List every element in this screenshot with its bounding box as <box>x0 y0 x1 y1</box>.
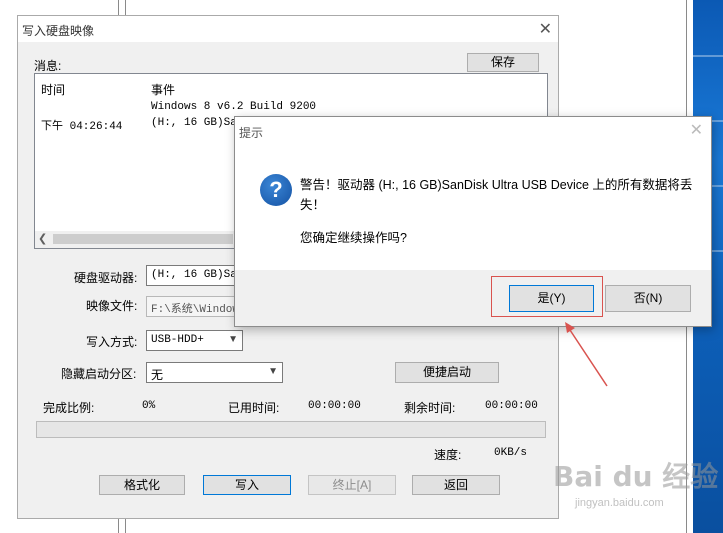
hidden-partition-value: 无 <box>151 368 164 382</box>
speed-label: 速度: <box>434 448 462 462</box>
progress-bar <box>36 421 546 438</box>
hidden-partition-label: 隐藏启动分区: <box>61 367 137 381</box>
question-icon: ? <box>260 174 292 206</box>
dialog-footer: 是(Y) 否(N) <box>235 270 711 326</box>
chevron-down-icon: ▼ <box>268 366 278 377</box>
title-bar: 写入硬盘映像 ✕ <box>18 16 558 42</box>
disk-drive-select[interactable]: (H:, 16 GB)San <box>146 265 246 286</box>
baidu-watermark: Bai du 经验 <box>553 460 719 493</box>
write-method-label: 写入方式: <box>86 335 138 349</box>
save-button[interactable]: 保存 <box>467 53 539 72</box>
warning-message: 警告！驱动器 (H:, 16 GB)SanDisk Ultra USB Devi… <box>300 178 693 212</box>
close-icon[interactable]: ✕ <box>690 120 703 140</box>
stop-button[interactable]: 终止[A] <box>308 475 396 495</box>
annotation-highlight-box <box>491 276 603 317</box>
log-header-time: 时间 <box>41 83 66 97</box>
confirm-question: 您确定继续操作吗? <box>300 231 407 245</box>
disk-drive-value: (H:, 16 GB)San <box>151 269 244 281</box>
baidu-watermark-url: jingyan.baidu.com <box>575 497 664 509</box>
elapsed-label: 已用时间: <box>228 401 280 415</box>
image-file-label: 映像文件: <box>86 299 138 313</box>
write-method-value: USB-HDD+ <box>151 334 204 346</box>
chevron-down-icon: ▼ <box>228 334 238 345</box>
image-file-value: F:\系统\Window <box>151 304 240 316</box>
scroll-left-icon[interactable]: ❮ <box>38 232 47 245</box>
log-event: Windows 8 v6.2 Build 9200 <box>151 101 317 113</box>
image-file-field[interactable]: F:\系统\Window <box>146 296 246 317</box>
write-method-select[interactable]: USB-HDD+ ▼ <box>146 330 243 351</box>
remaining-label: 剩余时间: <box>404 401 456 415</box>
quick-boot-button[interactable]: 便捷启动 <box>395 362 499 383</box>
no-button[interactable]: 否(N) <box>605 285 691 312</box>
progress-value: 0% <box>142 400 156 412</box>
elapsed-value: 00:00:00 <box>308 400 361 412</box>
log-time: 下午 04:26:44 <box>41 121 123 133</box>
progress-label: 完成比例: <box>43 401 95 415</box>
scrollbar-thumb[interactable] <box>53 234 233 244</box>
disk-drive-label: 硬盘驱动器: <box>74 271 138 285</box>
back-button[interactable]: 返回 <box>412 475 500 495</box>
messages-label: 消息: <box>34 59 62 73</box>
close-icon[interactable]: ✕ <box>539 19 552 39</box>
window-title: 写入硬盘映像 <box>22 24 95 38</box>
speed-value: 0KB/s <box>494 447 528 459</box>
log-event: (H:, 16 GB)Sa <box>151 117 237 129</box>
dialog-title: 提示 <box>239 126 264 140</box>
format-button[interactable]: 格式化 <box>99 475 185 495</box>
annotation-arrow <box>565 322 608 387</box>
write-button[interactable]: 写入 <box>203 475 291 495</box>
log-header-event: 事件 <box>151 83 176 97</box>
hidden-partition-select[interactable]: 无 ▼ <box>146 362 283 383</box>
confirm-dialog: 提示 ✕ ? 警告！驱动器 (H:, 16 GB)SanDisk Ultra U… <box>234 116 712 327</box>
remaining-value: 00:00:00 <box>485 400 538 412</box>
